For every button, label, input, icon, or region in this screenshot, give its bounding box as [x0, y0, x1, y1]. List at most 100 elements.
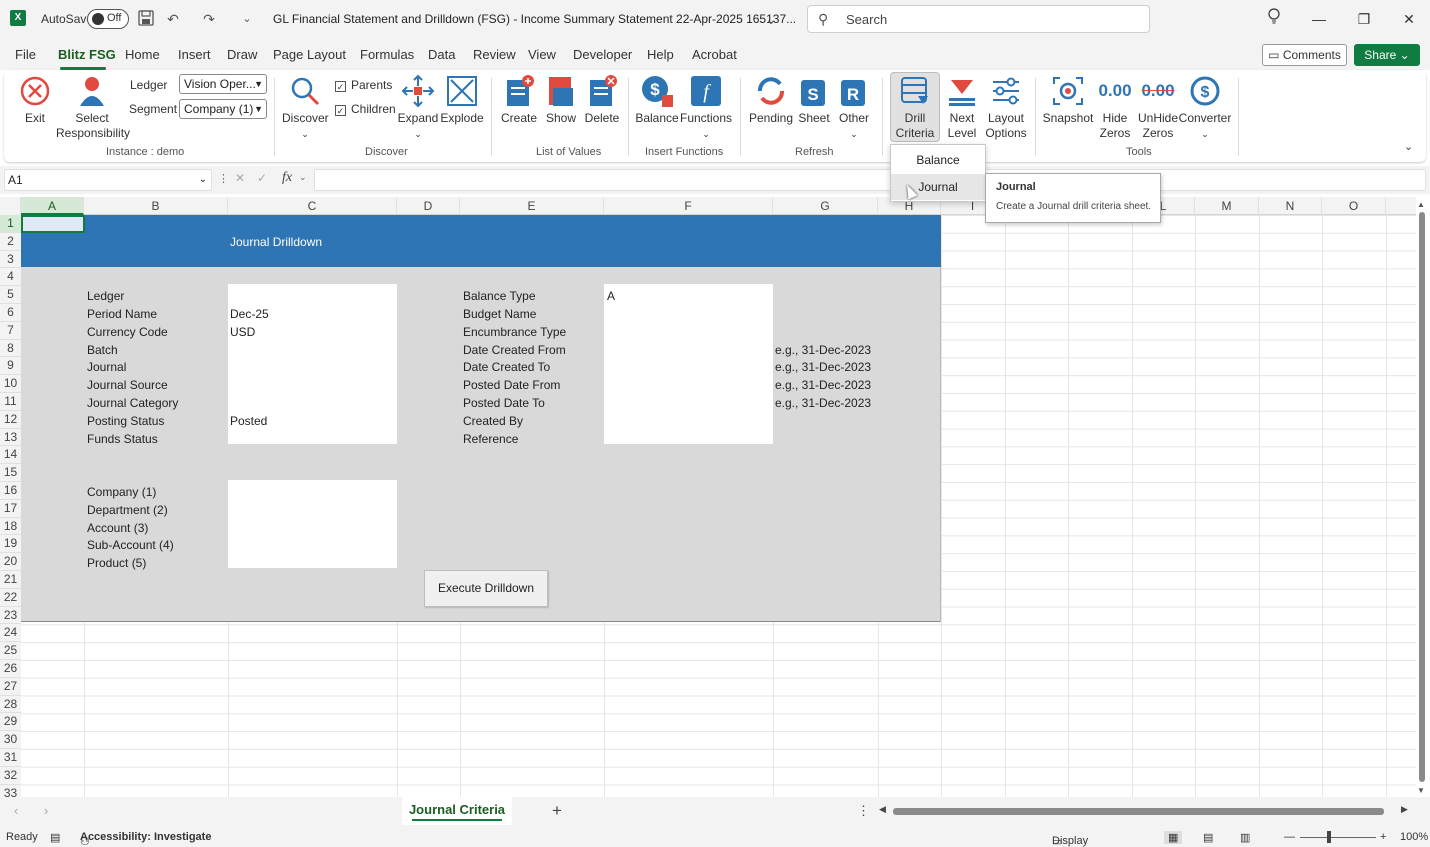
row-header[interactable]: 28: [0, 695, 21, 714]
row-header[interactable]: 1: [0, 215, 21, 233]
tab-data[interactable]: Data: [428, 47, 455, 62]
row-header[interactable]: 13: [0, 428, 21, 447]
row-header[interactable]: 14: [0, 446, 21, 465]
execute-drilldown-button[interactable]: Execute Drilldown: [424, 570, 548, 607]
column-header-b[interactable]: B: [84, 197, 228, 215]
column-header-g[interactable]: G: [773, 197, 878, 215]
zoom-slider-handle[interactable]: [1327, 831, 1331, 843]
sheet-button[interactable]: S Sheet: [796, 74, 832, 126]
normal-view-icon[interactable]: ▦: [1164, 831, 1183, 844]
row-header[interactable]: 2: [0, 232, 21, 251]
next-level-button[interactable]: Next Level: [940, 74, 984, 141]
row-header[interactable]: 3: [0, 250, 21, 269]
row-header[interactable]: 16: [0, 482, 21, 500]
tab-help[interactable]: Help: [647, 47, 674, 62]
search-input[interactable]: ⚲ Search: [807, 5, 1150, 33]
row-header[interactable]: 15: [0, 464, 21, 482]
row-header[interactable]: 23: [0, 606, 21, 625]
row-header[interactable]: 5: [0, 286, 21, 304]
scroll-left-icon[interactable]: ◀: [879, 804, 886, 815]
row-header[interactable]: 10: [0, 375, 21, 393]
tab-insert[interactable]: Insert: [178, 47, 211, 62]
row-header[interactable]: 27: [0, 677, 21, 696]
column-header-c[interactable]: C: [228, 197, 397, 215]
tab-acrobat[interactable]: Acrobat: [692, 47, 737, 62]
tab-review[interactable]: Review: [473, 47, 516, 62]
row-header[interactable]: 18: [0, 517, 21, 536]
other-button[interactable]: R Other ⌄: [834, 74, 874, 142]
functions-button[interactable]: f Functions ⌄: [680, 74, 732, 142]
create-button[interactable]: Create: [498, 74, 540, 126]
row-header[interactable]: 8: [0, 339, 21, 358]
row-header[interactable]: 4: [0, 268, 21, 287]
row-header[interactable]: 33: [0, 784, 21, 797]
share-button[interactable]: Share ⌄: [1354, 44, 1420, 66]
column-header-a[interactable]: A: [21, 197, 84, 215]
row-header[interactable]: 22: [0, 588, 21, 607]
tab-home[interactable]: Home: [125, 47, 160, 62]
scroll-right-icon[interactable]: ▶: [1401, 804, 1408, 815]
save-icon[interactable]: [137, 10, 155, 28]
delete-button[interactable]: Delete: [580, 74, 624, 126]
column-header-e[interactable]: E: [460, 197, 604, 215]
drill-criteria-button[interactable]: Drill Criteria: [890, 74, 940, 141]
unhide-zeros-button[interactable]: 0.00 UnHide Zeros: [1136, 74, 1180, 141]
ledger-select[interactable]: Vision Oper... ▼: [179, 74, 267, 94]
page-layout-view-icon[interactable]: ▤: [1203, 831, 1213, 844]
row-header[interactable]: 26: [0, 660, 21, 678]
menu-item-balance[interactable]: Balance: [891, 147, 985, 173]
horizontal-scroll-thumb[interactable]: [893, 808, 1384, 815]
tab-file[interactable]: File: [15, 47, 36, 62]
column-header-d[interactable]: D: [397, 197, 460, 215]
column-header-n[interactable]: N: [1259, 197, 1322, 215]
zoom-in-icon[interactable]: +: [1380, 831, 1386, 843]
show-button[interactable]: Show: [540, 74, 582, 126]
row-header[interactable]: 30: [0, 731, 21, 749]
discover-button[interactable]: Discover ⌄: [282, 74, 329, 142]
row-header[interactable]: 17: [0, 499, 21, 518]
snapshot-button[interactable]: Snapshot: [1042, 74, 1094, 126]
row-header[interactable]: 11: [0, 393, 21, 411]
row-header[interactable]: 12: [0, 410, 21, 429]
comments-button[interactable]: ▭ Comments: [1262, 44, 1347, 66]
prev-sheet-icon[interactable]: ‹: [14, 803, 18, 818]
row-header[interactable]: 24: [0, 624, 21, 643]
pending-button[interactable]: Pending: [746, 74, 796, 126]
row-header[interactable]: 21: [0, 571, 21, 589]
row-header[interactable]: 20: [0, 553, 21, 571]
row-header[interactable]: 7: [0, 321, 21, 340]
tab-page-layout[interactable]: Page Layout: [273, 47, 346, 62]
row-header[interactable]: 19: [0, 535, 21, 554]
collapse-ribbon-icon[interactable]: ⌄: [1404, 140, 1413, 153]
enter-icon[interactable]: ✓: [257, 171, 267, 185]
column-header-f[interactable]: F: [604, 197, 773, 215]
tab-developer[interactable]: Developer: [573, 47, 632, 62]
formula-input[interactable]: [314, 169, 1426, 191]
insert-function-icon[interactable]: fx: [282, 170, 292, 186]
explode-button[interactable]: Explode: [440, 74, 484, 126]
active-cell-a1[interactable]: [21, 215, 85, 233]
scroll-up-icon[interactable]: ▲: [1417, 200, 1425, 209]
select-responsibility-button[interactable]: Select Responsibility: [56, 74, 130, 141]
minimize-icon[interactable]: —: [1308, 8, 1330, 30]
children-checkbox[interactable]: ✓ Children: [335, 102, 396, 116]
name-box[interactable]: A1 ⌄: [4, 169, 212, 191]
vertical-scroll-thumb[interactable]: [1419, 212, 1425, 782]
customize-qat-icon[interactable]: ⌄: [238, 10, 256, 28]
right-values-box[interactable]: [604, 284, 773, 444]
zoom-slider[interactable]: [1300, 837, 1376, 838]
undo-icon[interactable]: ↶: [164, 10, 182, 28]
row-header[interactable]: 31: [0, 749, 21, 767]
lightbulb-icon[interactable]: [1263, 8, 1285, 30]
layout-options-button[interactable]: Layout Options: [984, 74, 1028, 141]
row-header[interactable]: 25: [0, 642, 21, 660]
tab-view[interactable]: View: [528, 47, 556, 62]
parents-checkbox[interactable]: ✓ Parents: [335, 78, 392, 92]
more-options-icon[interactable]: ⋮: [857, 803, 870, 819]
cancel-icon[interactable]: ✕: [235, 171, 245, 185]
page-break-view-icon[interactable]: ▥: [1240, 831, 1250, 844]
column-header-o[interactable]: O: [1322, 197, 1386, 215]
converter-button[interactable]: $ Converter ⌄: [1178, 74, 1232, 142]
next-sheet-icon[interactable]: ›: [44, 803, 48, 818]
zoom-level[interactable]: 100%: [1400, 831, 1428, 843]
